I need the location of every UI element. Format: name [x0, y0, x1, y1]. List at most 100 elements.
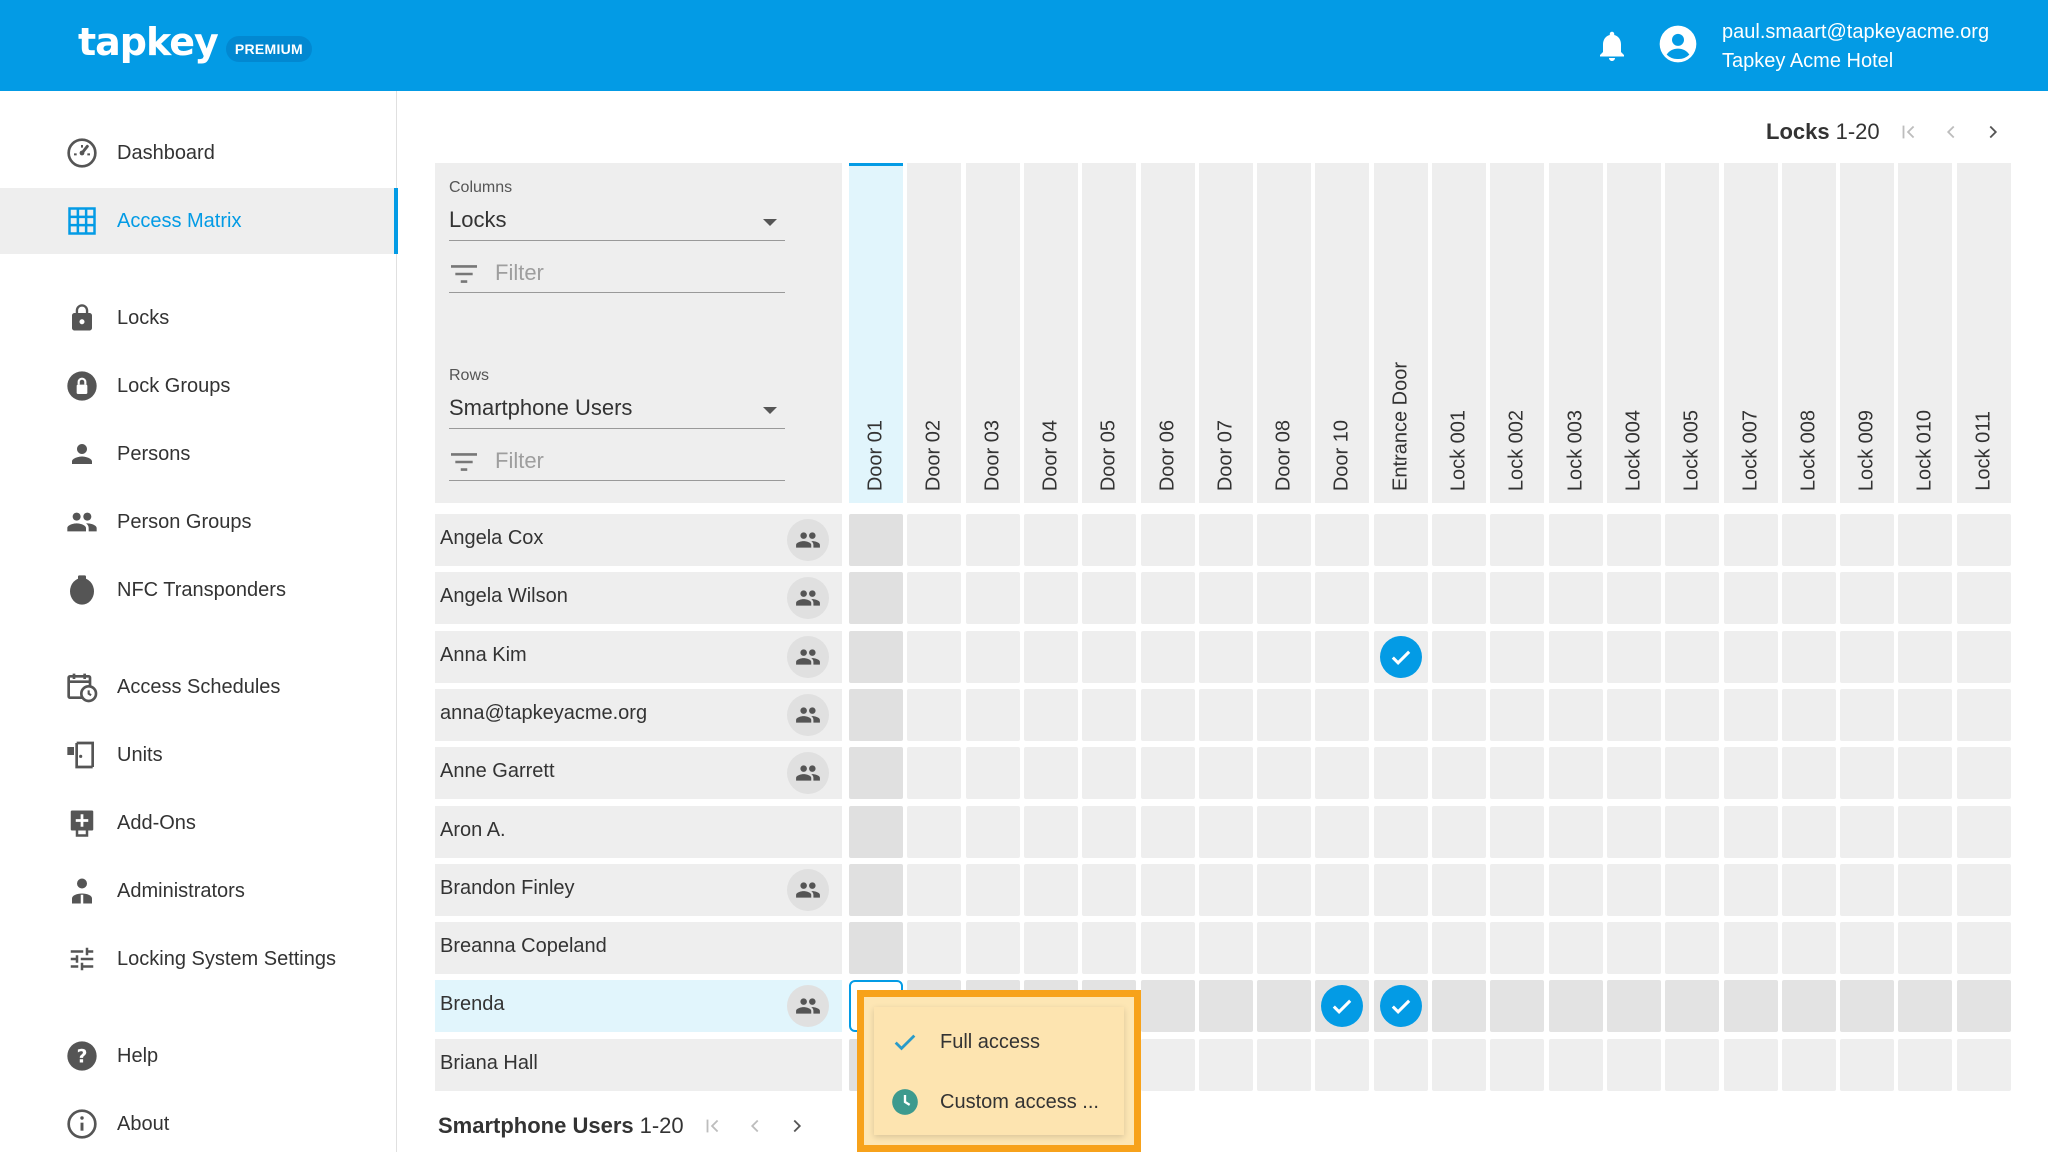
matrix-cell[interactable] — [907, 689, 961, 741]
matrix-cell[interactable] — [1199, 747, 1253, 799]
matrix-cell[interactable] — [1199, 1039, 1253, 1091]
matrix-cell[interactable] — [1549, 980, 1603, 1032]
matrix-cell[interactable] — [1315, 631, 1369, 683]
matrix-cell[interactable] — [1840, 514, 1894, 566]
matrix-cell[interactable] — [966, 747, 1020, 799]
matrix-cell[interactable] — [1607, 689, 1661, 741]
matrix-cell[interactable] — [1724, 980, 1778, 1032]
matrix-cell[interactable] — [1432, 1039, 1486, 1091]
matrix-cell[interactable] — [1957, 689, 2011, 741]
matrix-cell[interactable] — [1432, 631, 1486, 683]
matrix-cell[interactable] — [966, 631, 1020, 683]
matrix-cell[interactable] — [1024, 631, 1078, 683]
sidebar-item-add-ons[interactable]: Add-Ons — [0, 790, 397, 856]
row-header[interactable]: Briana Hall — [435, 1039, 842, 1091]
matrix-cell[interactable] — [1665, 864, 1719, 916]
matrix-cell[interactable] — [1898, 864, 1952, 916]
sidebar-item-units[interactable]: Units — [0, 722, 397, 788]
matrix-cell[interactable] — [1315, 922, 1369, 974]
matrix-cell[interactable] — [1957, 631, 2011, 683]
matrix-cell[interactable] — [849, 689, 903, 741]
matrix-cell[interactable] — [1082, 631, 1136, 683]
column-header[interactable]: Lock 008 — [1782, 163, 1836, 503]
matrix-cell[interactable] — [1782, 689, 1836, 741]
matrix-cell[interactable] — [849, 572, 903, 624]
matrix-cell[interactable] — [1724, 1039, 1778, 1091]
matrix-cell[interactable] — [1082, 689, 1136, 741]
matrix-cell[interactable] — [1257, 514, 1311, 566]
matrix-cell[interactable] — [1199, 514, 1253, 566]
matrix-cell[interactable] — [1665, 747, 1719, 799]
sidebar-item-help[interactable]: ? Help — [0, 1023, 397, 1089]
matrix-cell[interactable] — [907, 864, 961, 916]
matrix-cell[interactable] — [1024, 572, 1078, 624]
matrix-cell[interactable] — [1957, 1039, 2011, 1091]
matrix-cell[interactable] — [1141, 1039, 1195, 1091]
sidebar-item-about[interactable]: About — [0, 1091, 397, 1152]
matrix-cell[interactable] — [849, 864, 903, 916]
matrix-cell[interactable] — [1840, 689, 1894, 741]
column-header[interactable]: Lock 010 — [1898, 163, 1952, 503]
matrix-cell[interactable] — [1374, 1039, 1428, 1091]
matrix-cell[interactable] — [1257, 864, 1311, 916]
matrix-cell[interactable] — [1432, 980, 1486, 1032]
matrix-cell[interactable] — [849, 922, 903, 974]
matrix-cell[interactable] — [1490, 747, 1544, 799]
column-header[interactable]: Lock 007 — [1724, 163, 1778, 503]
sidebar-item-access-matrix[interactable]: Access Matrix — [0, 188, 398, 254]
matrix-cell[interactable] — [966, 572, 1020, 624]
matrix-cell[interactable] — [1024, 514, 1078, 566]
column-header[interactable]: Door 08 — [1257, 163, 1311, 503]
matrix-cell[interactable] — [1315, 747, 1369, 799]
matrix-cell[interactable] — [1024, 864, 1078, 916]
rows-select[interactable]: Smartphone Users — [449, 391, 785, 429]
column-header[interactable]: Door 04 — [1024, 163, 1078, 503]
column-header[interactable]: Lock 004 — [1607, 163, 1661, 503]
matrix-cell[interactable] — [1257, 572, 1311, 624]
matrix-cell[interactable] — [1957, 514, 2011, 566]
matrix-cell[interactable] — [1782, 747, 1836, 799]
matrix-cell[interactable] — [1490, 572, 1544, 624]
person-group-icon[interactable] — [787, 694, 829, 736]
person-group-icon[interactable] — [787, 752, 829, 794]
matrix-cell[interactable] — [1840, 980, 1894, 1032]
matrix-cell[interactable] — [1432, 572, 1486, 624]
person-group-icon[interactable] — [787, 519, 829, 561]
column-header[interactable]: Door 10 — [1315, 163, 1369, 503]
matrix-cell[interactable] — [1724, 864, 1778, 916]
matrix-cell[interactable] — [1490, 922, 1544, 974]
matrix-cell[interactable] — [1549, 864, 1603, 916]
matrix-cell[interactable] — [1315, 572, 1369, 624]
column-header[interactable]: Lock 002 — [1490, 163, 1544, 503]
matrix-cell[interactable] — [1374, 631, 1428, 683]
matrix-cell[interactable] — [1199, 689, 1253, 741]
matrix-cell[interactable] — [1724, 572, 1778, 624]
matrix-cell[interactable] — [1374, 864, 1428, 916]
sidebar-item-locking-system-settings[interactable]: Locking System Settings — [0, 926, 397, 992]
matrix-cell[interactable] — [1724, 514, 1778, 566]
chevron-left-icon[interactable] — [1938, 119, 1964, 145]
matrix-cell[interactable] — [1665, 514, 1719, 566]
person-group-icon[interactable] — [787, 636, 829, 678]
columns-select[interactable]: Locks — [449, 203, 785, 241]
matrix-cell[interactable] — [1840, 864, 1894, 916]
row-header[interactable]: Aron A. — [435, 806, 842, 858]
matrix-cell[interactable] — [849, 514, 903, 566]
matrix-cell[interactable] — [1024, 806, 1078, 858]
matrix-cell[interactable] — [1315, 689, 1369, 741]
matrix-cell[interactable] — [1432, 514, 1486, 566]
matrix-cell[interactable] — [1199, 631, 1253, 683]
matrix-cell[interactable] — [1898, 631, 1952, 683]
matrix-cell[interactable] — [1607, 1039, 1661, 1091]
matrix-cell[interactable] — [1432, 864, 1486, 916]
matrix-cell[interactable] — [1607, 806, 1661, 858]
matrix-cell[interactable] — [1957, 864, 2011, 916]
matrix-cell[interactable] — [1724, 922, 1778, 974]
matrix-cell[interactable] — [1782, 864, 1836, 916]
user-email[interactable]: paul.smaart@tapkeyacme.org — [1722, 21, 1989, 44]
matrix-cell[interactable] — [1665, 572, 1719, 624]
matrix-cell[interactable] — [1199, 864, 1253, 916]
matrix-cell[interactable] — [966, 806, 1020, 858]
matrix-cell[interactable] — [1957, 922, 2011, 974]
row-header[interactable]: Breanna Copeland — [435, 922, 842, 974]
